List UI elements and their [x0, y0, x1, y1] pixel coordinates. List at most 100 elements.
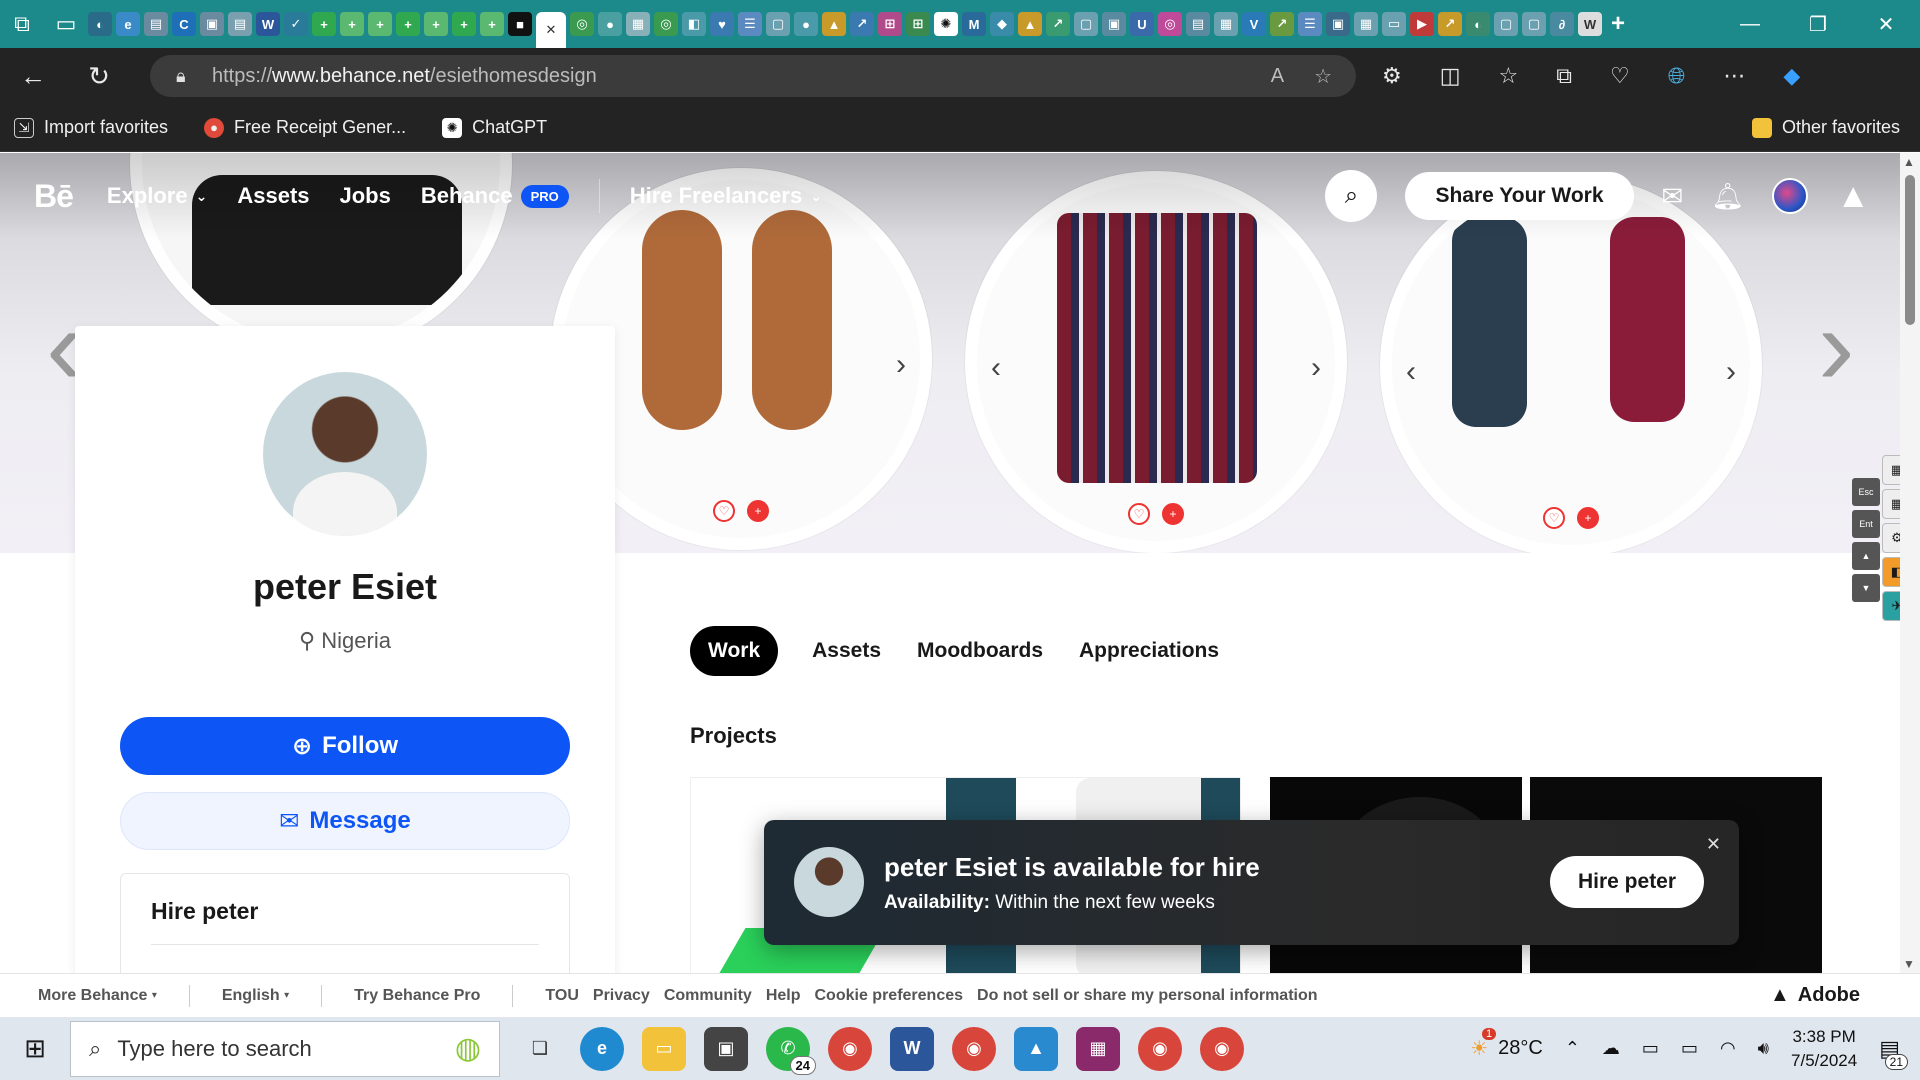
- scroll-up-icon[interactable]: ▲: [1903, 155, 1915, 169]
- tab-favicon[interactable]: ◆: [990, 12, 1014, 36]
- other-favorites[interactable]: Other favorites: [1751, 117, 1900, 138]
- adobe-apps-icon[interactable]: ▲: [1836, 177, 1870, 216]
- add-icon[interactable]: +: [1162, 503, 1184, 525]
- refresh-icon[interactable]: ↻: [66, 48, 132, 104]
- footer-privacy[interactable]: Privacy: [593, 987, 650, 1005]
- meet-icon[interactable]: ▭: [1642, 1038, 1659, 1059]
- esc-key-icon[interactable]: Esc: [1852, 478, 1880, 506]
- chevron-left-icon[interactable]: ‹: [1406, 355, 1416, 389]
- nav-assets[interactable]: Assets: [237, 183, 309, 209]
- tab-favicon[interactable]: +: [340, 12, 364, 36]
- tab-assets[interactable]: Assets: [812, 639, 881, 663]
- tab-favicon[interactable]: ◐: [1466, 12, 1490, 36]
- nav-jobs[interactable]: Jobs: [340, 183, 391, 209]
- chrome-icon[interactable]: ◉: [828, 1026, 872, 1071]
- tab-moodboards[interactable]: Moodboards: [917, 639, 1043, 663]
- tab-favicon[interactable]: ▤: [1186, 12, 1210, 36]
- footer-cookie-preferences[interactable]: Cookie preferences: [815, 987, 964, 1005]
- tab-favicon[interactable]: +: [452, 12, 476, 36]
- heart-icon[interactable]: ♡: [1128, 503, 1150, 525]
- tab-favicon[interactable]: ⊞: [878, 12, 902, 36]
- favorite-receipt[interactable]: ● Free Receipt Gener...: [204, 117, 406, 138]
- user-avatar[interactable]: [1772, 178, 1809, 214]
- chrome-icon[interactable]: ◉: [1138, 1026, 1182, 1071]
- tab-favicon[interactable]: U: [1130, 12, 1154, 36]
- collections-icon[interactable]: ⧉: [1556, 63, 1572, 89]
- tab-favicon[interactable]: +: [396, 12, 420, 36]
- tab-favicon[interactable]: e: [116, 12, 140, 36]
- back-icon[interactable]: ←: [0, 48, 66, 104]
- tab-appreciations[interactable]: Appreciations: [1079, 639, 1219, 663]
- taskbar-search-box[interactable]: ⌕ Type here to search ◍: [70, 1020, 500, 1077]
- tab-favicon[interactable]: V: [1242, 12, 1266, 36]
- tab-favicon[interactable]: C: [172, 12, 196, 36]
- tab-favicon[interactable]: ▭: [1382, 12, 1406, 36]
- tab-favicon[interactable]: ∂: [1550, 12, 1574, 36]
- add-icon[interactable]: +: [1577, 507, 1599, 529]
- workspaces-icon[interactable]: ⧉: [0, 0, 44, 48]
- tab-favicon[interactable]: ✓: [284, 12, 308, 36]
- tab-favicon[interactable]: ▢: [1074, 12, 1098, 36]
- tab-favicon[interactable]: ◎: [654, 12, 678, 36]
- notification-icon[interactable]: ▤ 21: [1879, 1036, 1908, 1070]
- tab-favicon[interactable]: ▣: [200, 12, 224, 36]
- clock[interactable]: 3:38 PM 7/5/2024: [1791, 1025, 1857, 1073]
- copilot-icon[interactable]: ◆: [1783, 63, 1800, 89]
- minimize-icon[interactable]: —: [1716, 0, 1784, 48]
- footer-tou[interactable]: TOU: [545, 987, 578, 1005]
- tab-favicon[interactable]: ☰: [1298, 12, 1322, 36]
- heart-icon[interactable]: ♡: [713, 500, 735, 522]
- chevron-right-icon[interactable]: ›: [1726, 355, 1736, 389]
- tab-favicon[interactable]: ☰: [738, 12, 762, 36]
- footer-do-not-sell[interactable]: Do not sell or share my personal informa…: [977, 987, 1318, 1005]
- task-view-icon[interactable]: ❏: [518, 1027, 562, 1071]
- chevron-left-icon[interactable]: ‹: [991, 351, 1001, 385]
- profile-globe-icon[interactable]: 🌐︎: [1668, 63, 1686, 89]
- footer-try-pro[interactable]: Try Behance Pro: [354, 987, 480, 1005]
- whatsapp-icon[interactable]: ✆ 24: [766, 1026, 816, 1075]
- tab-favicon[interactable]: ◐: [88, 12, 112, 36]
- tab-favicon[interactable]: ↗: [850, 12, 874, 36]
- tab-favicon[interactable]: ▣: [1102, 12, 1126, 36]
- banner-next-icon[interactable]: ›: [1818, 283, 1855, 410]
- favorite-chatgpt[interactable]: ✺ ChatGPT: [442, 117, 547, 138]
- footer-help[interactable]: Help: [766, 987, 801, 1005]
- edge-icon[interactable]: e: [580, 1026, 624, 1071]
- tab-favicon[interactable]: M: [962, 12, 986, 36]
- favorite-import[interactable]: ⇲ Import favorites: [14, 117, 168, 138]
- arrow-down-icon[interactable]: ▼: [1852, 574, 1880, 602]
- tab-favicon[interactable]: ▶: [1410, 12, 1434, 36]
- footer-adobe[interactable]: ▲ Adobe: [1770, 984, 1860, 1007]
- nav-explore[interactable]: Explore ⌄: [107, 183, 207, 209]
- close-window-icon[interactable]: ✕: [1852, 0, 1920, 48]
- scrollbar-thumb[interactable]: [1905, 175, 1915, 325]
- tab-favicon[interactable]: ▢: [766, 12, 790, 36]
- weather-widget[interactable]: ☀ 1 28°C: [1470, 1028, 1543, 1061]
- browser-essentials-icon[interactable]: ♡: [1610, 63, 1630, 89]
- tab-favicon[interactable]: +: [312, 12, 336, 36]
- footer-community[interactable]: Community: [664, 987, 752, 1005]
- winrar-icon[interactable]: ▦: [1076, 1026, 1120, 1071]
- tab-favicon[interactable]: ●: [598, 12, 622, 36]
- windows-start-icon[interactable]: ⊞: [0, 1017, 70, 1080]
- show-hidden-icons[interactable]: ⌃: [1565, 1038, 1580, 1059]
- read-aloud-icon[interactable]: A: [1271, 65, 1284, 88]
- mail-icon[interactable]: ✉: [1662, 181, 1684, 212]
- tab-favicon[interactable]: ▲: [822, 12, 846, 36]
- nav-behance-pro[interactable]: Behance PRO: [421, 183, 569, 209]
- tab-favicon[interactable]: ▤: [228, 12, 252, 36]
- tab-favicon[interactable]: ▢: [1494, 12, 1518, 36]
- nav-hire-freelancers[interactable]: Hire Freelancers ⌄: [630, 183, 822, 209]
- photos-icon[interactable]: ▲: [1014, 1026, 1058, 1071]
- wifi-icon[interactable]: ◠: [1720, 1038, 1736, 1059]
- chevron-right-icon[interactable]: ›: [1311, 351, 1321, 385]
- follow-button[interactable]: ⊕ Follow: [120, 717, 570, 775]
- active-tab-close-icon[interactable]: ✕: [536, 12, 566, 48]
- message-button[interactable]: ✉ Message: [120, 792, 570, 850]
- favorite-star-icon[interactable]: ☆: [1314, 64, 1332, 89]
- arrow-up-icon[interactable]: ▲: [1852, 542, 1880, 570]
- share-your-work-button[interactable]: Share Your Work: [1405, 172, 1634, 220]
- tab-favicon[interactable]: ▲: [1018, 12, 1042, 36]
- tab-favicon[interactable]: W: [256, 12, 280, 36]
- tab-favicon[interactable]: +: [480, 12, 504, 36]
